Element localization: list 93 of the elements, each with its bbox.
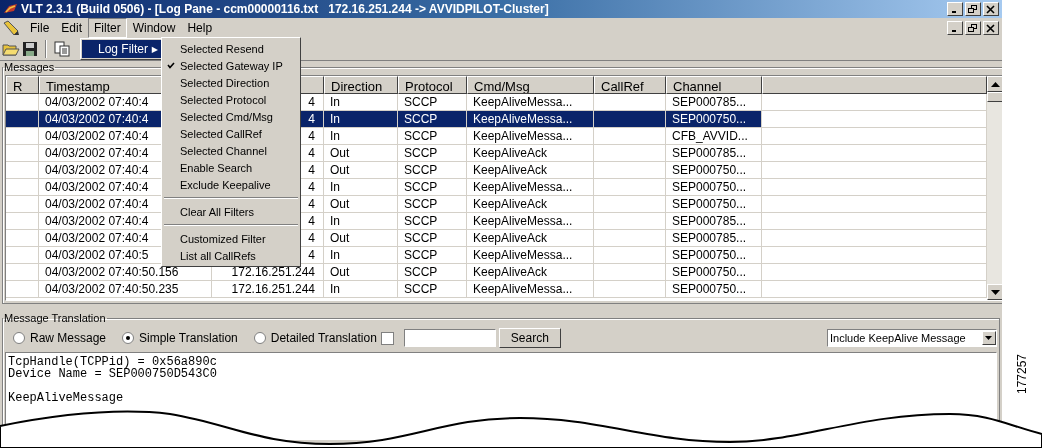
column-header[interactable]: Channel bbox=[666, 76, 762, 94]
group-title: Messages bbox=[3, 61, 56, 73]
menu-item[interactable]: Window bbox=[126, 18, 182, 38]
table-cell: SEP000750... bbox=[666, 162, 762, 179]
column-header[interactable]: CallRef bbox=[594, 76, 666, 94]
table-cell: KeepAliveAck bbox=[467, 162, 594, 179]
checkbox[interactable] bbox=[380, 331, 394, 345]
table-cell: SEP000785... bbox=[666, 145, 762, 162]
radio-label[interactable]: Simple Translation bbox=[139, 331, 238, 345]
table-cell: SCCP bbox=[398, 196, 467, 213]
menu-item[interactable]: Edit bbox=[55, 18, 89, 38]
save-icon[interactable] bbox=[22, 41, 38, 57]
window-title: VLT 2.3.1 (Build 0506) - [Log Pane - ccm00000116.txt 172.16.251.244 -> AVVIDPILOT-Cluster] bbox=[21, 2, 550, 16]
app-icon bbox=[3, 3, 19, 15]
close-icon[interactable] bbox=[982, 2, 999, 16]
group-title: Message Translation bbox=[3, 312, 107, 324]
table-cell: KeepAliveMessa... bbox=[467, 247, 594, 264]
menu-item[interactable]: File bbox=[24, 18, 56, 38]
table-cell: SCCP bbox=[398, 264, 467, 281]
figure-number: 177257 bbox=[1015, 354, 1029, 394]
table-cell: Out bbox=[324, 264, 398, 281]
column-header[interactable] bbox=[762, 76, 987, 94]
copy-icon[interactable] bbox=[54, 41, 70, 57]
table-cell: SCCP bbox=[398, 128, 467, 145]
table-cell: 172.16.251.244 bbox=[212, 281, 324, 298]
scrollbar[interactable] bbox=[987, 76, 1002, 300]
radio-label[interactable]: Raw Message bbox=[30, 331, 107, 345]
table-cell: KeepAliveAck bbox=[467, 264, 594, 281]
radio-button[interactable] bbox=[122, 332, 135, 344]
table-cell: In bbox=[324, 111, 398, 128]
menu-item[interactable]: Selected Gateway IP bbox=[162, 57, 300, 74]
table-cell: KeepAliveAck bbox=[467, 230, 594, 247]
table-cell: SCCP bbox=[398, 145, 467, 162]
table-cell: SCCP bbox=[398, 111, 467, 128]
column-header[interactable]: Cmd/Msg bbox=[467, 76, 594, 94]
table-cell: SCCP bbox=[398, 281, 467, 298]
table-row[interactable]: 04/03/2002 07:40:50.235 172.16.251.244 In SCCP KeepAliveMessa... SEP000750... bbox=[6, 281, 987, 298]
table-cell: SEP000750... bbox=[666, 281, 762, 298]
table-cell: SCCP bbox=[398, 179, 467, 196]
table-cell: KeepAliveMessa... bbox=[467, 179, 594, 196]
table-cell: SEP000750... bbox=[666, 264, 762, 281]
table-cell: KeepAliveMessa... bbox=[467, 128, 594, 145]
table-cell: SCCP bbox=[398, 247, 467, 264]
table-cell: SEP000750... bbox=[666, 111, 762, 128]
table-cell: In bbox=[324, 247, 398, 264]
table-cell: Out bbox=[324, 162, 398, 179]
table-cell: SEP000785... bbox=[666, 213, 762, 230]
table-cell: SCCP bbox=[398, 162, 467, 179]
table-cell: In bbox=[324, 281, 398, 298]
filter-dropdown[interactable]: Include KeepAlive Message bbox=[826, 329, 997, 347]
restore-icon[interactable] bbox=[964, 2, 981, 16]
table-cell: KeepAliveMessa... bbox=[467, 213, 594, 230]
column-header[interactable]: Direction bbox=[324, 76, 398, 94]
menu-item[interactable]: Log Filter ▶ bbox=[82, 40, 162, 58]
column-header[interactable]: R bbox=[6, 76, 39, 94]
search-button[interactable]: Search bbox=[498, 328, 561, 348]
table-cell: SCCP bbox=[398, 213, 467, 230]
up-arrow-icon[interactable] bbox=[990, 81, 1000, 87]
table-cell: Out bbox=[324, 230, 398, 247]
open-folder-icon[interactable] bbox=[2, 41, 20, 57]
table-cell: Out bbox=[324, 196, 398, 213]
table-cell: Out bbox=[324, 145, 398, 162]
pencil-icon bbox=[2, 20, 20, 36]
restore-icon[interactable] bbox=[964, 21, 981, 35]
minimize-icon[interactable] bbox=[946, 2, 963, 16]
table-cell: SEP000750... bbox=[666, 247, 762, 264]
close-icon[interactable] bbox=[982, 21, 999, 35]
table-cell: SEP000785... bbox=[666, 230, 762, 247]
scroll-up-button[interactable] bbox=[987, 76, 1002, 92]
scroll-thumb[interactable] bbox=[987, 92, 1002, 102]
table-cell: KeepAliveMessa... bbox=[467, 281, 594, 298]
column-header[interactable]: Protocol bbox=[398, 76, 467, 94]
table-cell: CFB_AVVID... bbox=[666, 128, 762, 145]
table-cell: KeepAliveMessa... bbox=[467, 111, 594, 128]
table-cell: 04/03/2002 07:40:50.235 bbox=[39, 281, 212, 298]
table-cell: KeepAliveAck bbox=[467, 145, 594, 162]
minimize-icon[interactable] bbox=[946, 21, 963, 35]
radio-button[interactable] bbox=[13, 332, 25, 344]
table-cell: SEP000750... bbox=[666, 179, 762, 196]
table-cell: In bbox=[324, 213, 398, 230]
search-field[interactable] bbox=[403, 329, 496, 347]
scroll-down-button[interactable] bbox=[987, 284, 1002, 300]
table-cell: In bbox=[324, 128, 398, 145]
table-cell: In bbox=[324, 179, 398, 196]
table-cell: KeepAliveAck bbox=[467, 196, 594, 213]
menu-item[interactable]: Help bbox=[181, 18, 219, 38]
table-cell: SEP000750... bbox=[666, 196, 762, 213]
down-arrow-icon[interactable] bbox=[990, 289, 1000, 295]
radio-button[interactable] bbox=[253, 332, 266, 344]
radio-label[interactable]: Detailed Translation bbox=[270, 331, 377, 345]
menu-item[interactable]: Selected Resend bbox=[162, 40, 300, 57]
table-cell: SCCP bbox=[398, 230, 467, 247]
menu-item[interactable]: Filter bbox=[88, 18, 127, 38]
